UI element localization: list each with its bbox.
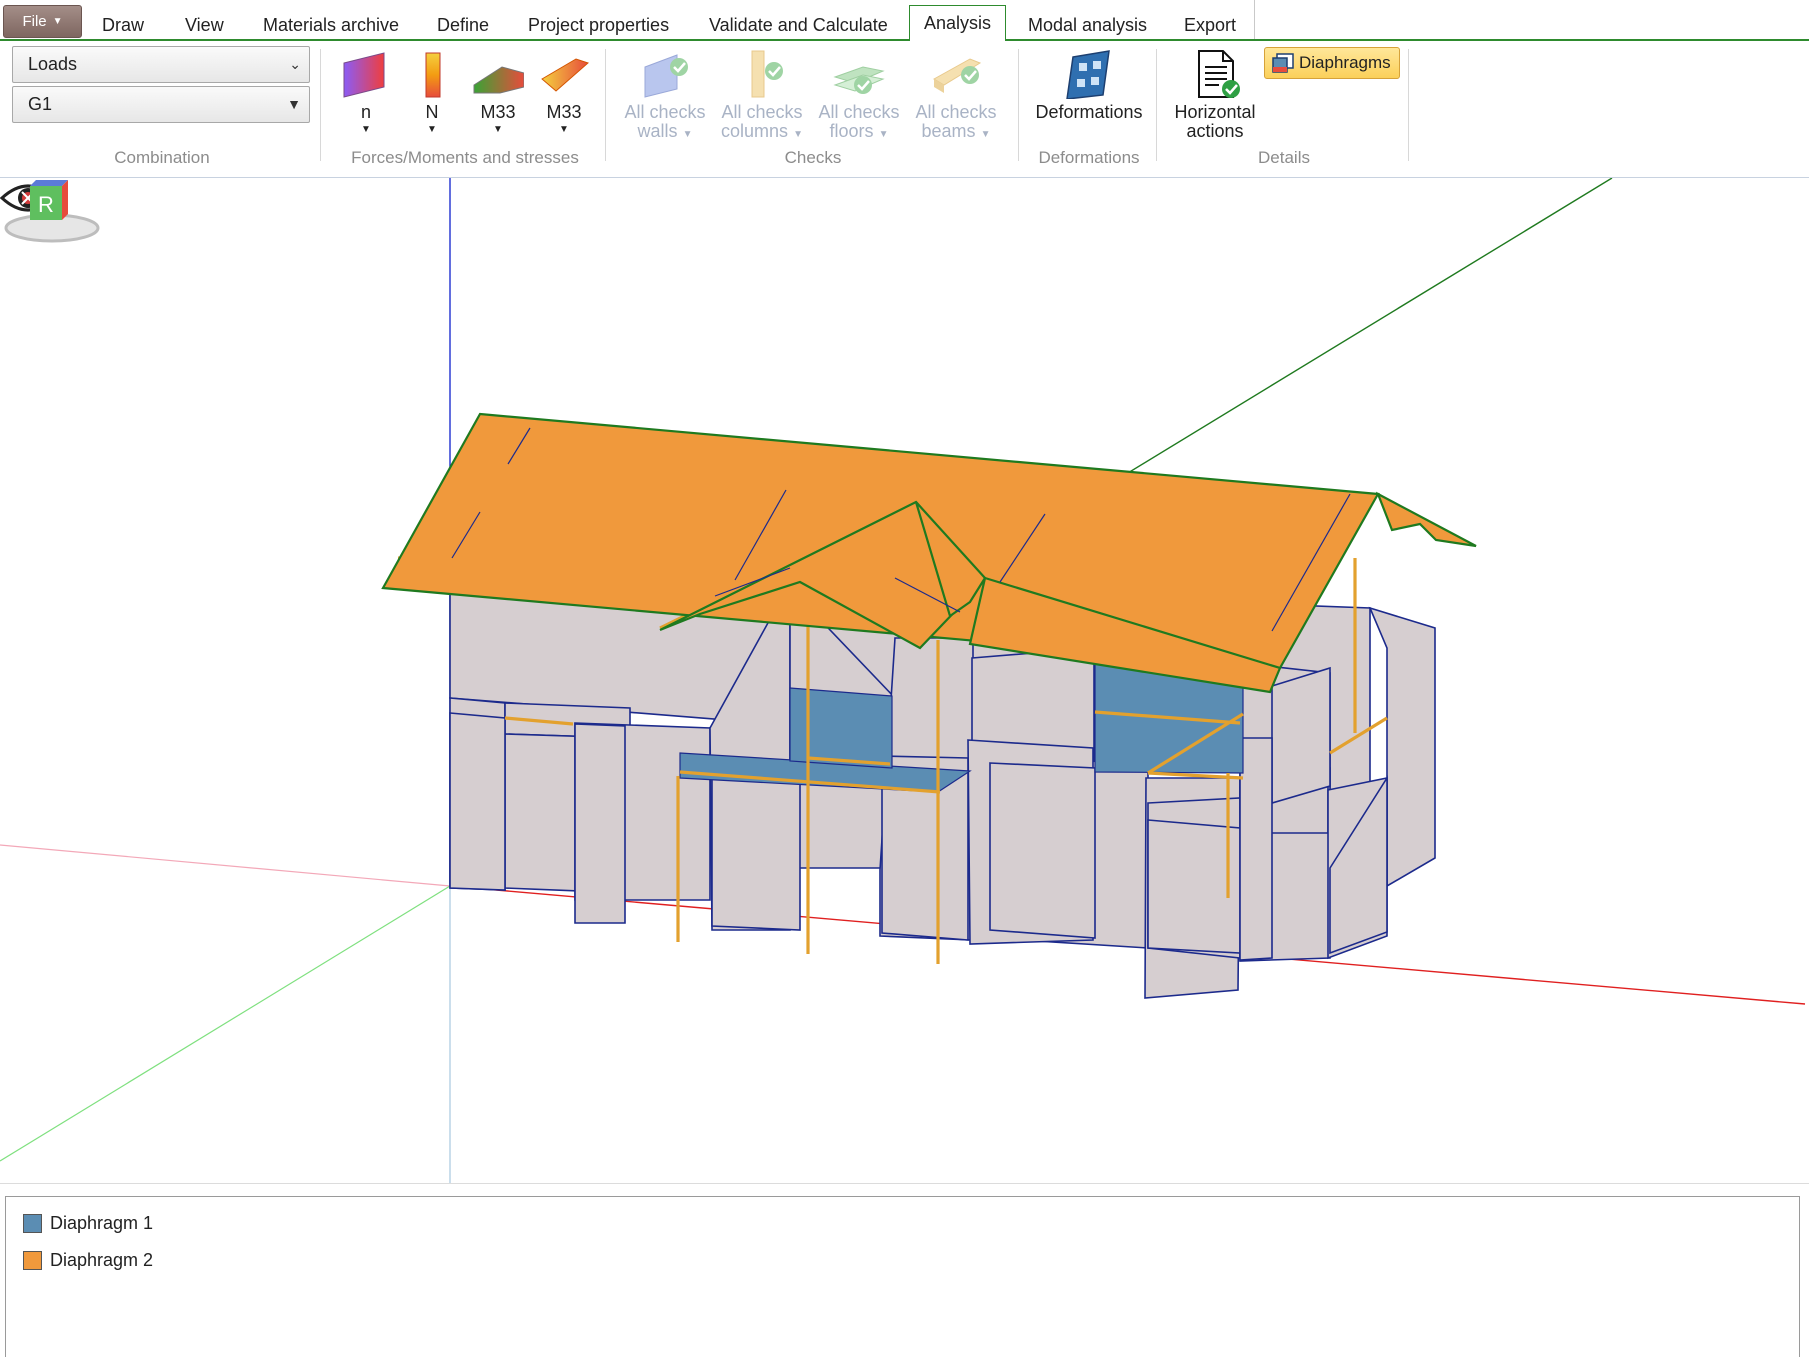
- tab-define[interactable]: Define: [423, 6, 503, 40]
- moment-m33-label: M33: [480, 102, 516, 122]
- file-menu-button[interactable]: File ▼: [3, 5, 82, 38]
- document-check-icon: [1198, 50, 1240, 98]
- tab-modal-analysis[interactable]: Modal analysis: [1014, 6, 1161, 40]
- tab-validate-and-calculate[interactable]: Validate and Calculate: [695, 6, 902, 40]
- all-checks-beams-button[interactable]: All checks beams ▼: [911, 49, 1001, 144]
- group-label-checks: Checks: [784, 148, 842, 167]
- file-menu-label: File: [22, 13, 47, 30]
- dropdown-arrow-icon: ▼: [559, 124, 569, 135]
- chevron-down-icon: ⌄: [289, 56, 301, 72]
- combination-type-value: Loads: [28, 54, 78, 74]
- group-separator: [320, 49, 321, 161]
- navigation-cube[interactable]: R: [0, 178, 100, 248]
- combination-case-value: G1: [28, 94, 53, 114]
- group-label-forces: Forces/Moments and stresses: [351, 148, 579, 167]
- group-separator: [1408, 49, 1409, 161]
- axial-force-icon: [425, 52, 441, 98]
- dropdown-arrow-icon: ▼: [361, 124, 371, 135]
- checks-floors-line2: floors: [829, 121, 874, 141]
- force-N-button[interactable]: N ▼: [404, 49, 460, 136]
- deformation-icon: [1066, 50, 1110, 99]
- group-separator: [1156, 49, 1157, 161]
- legend-item-diaphragm-2: Diaphragm 2: [23, 1248, 153, 1272]
- force-N-label: N: [425, 102, 439, 122]
- ribbon: Loads ⌄ G1 ▼ Combination n ▼ N ▼ M33 ▼ M…: [0, 41, 1809, 178]
- dropdown-arrow-icon: ▼: [427, 124, 437, 135]
- group-separator: [1018, 49, 1019, 161]
- force-n-button[interactable]: n ▼: [338, 49, 394, 136]
- horizontal-actions-button[interactable]: Horizontal actions: [1160, 49, 1270, 141]
- checks-columns-line1: All checks: [721, 102, 803, 122]
- wall-check-icon: [644, 54, 688, 98]
- group-label-details: Details: [1258, 148, 1310, 167]
- chevron-down-icon: ▼: [287, 96, 301, 112]
- legend-panel: Diaphragm 1 Diaphragm 2: [5, 1196, 1800, 1357]
- tab-export[interactable]: Export: [1170, 6, 1250, 40]
- dropdown-arrow-icon: ▼: [493, 124, 503, 135]
- checks-columns-line2: columns: [721, 121, 789, 141]
- floor-check-icon: [833, 66, 885, 94]
- tabs-divider: [1254, 0, 1255, 39]
- checks-beams-line2: beams: [921, 121, 976, 141]
- panel-splitter[interactable]: [0, 1183, 1809, 1196]
- tab-view[interactable]: View: [171, 6, 238, 40]
- chevron-down-icon: ▼: [52, 16, 63, 27]
- all-checks-walls-button[interactable]: All checks walls ▼: [620, 49, 710, 144]
- diaphragms-button[interactable]: Diaphragms: [1264, 47, 1400, 79]
- group-label-deformations: Deformations: [1038, 148, 1140, 167]
- all-checks-columns-button[interactable]: All checks columns ▼: [717, 49, 807, 144]
- checks-walls-line1: All checks: [624, 102, 706, 122]
- combination-case-select[interactable]: G1 ▼: [12, 86, 310, 123]
- force-n-label: n: [360, 102, 371, 122]
- horizontal-actions-line1: Horizontal: [1174, 102, 1256, 122]
- force-diagram-icon: [343, 52, 385, 98]
- stress-diagram-icon: [541, 58, 589, 92]
- y-axis-negative: [0, 885, 451, 1162]
- menu-bar: File ▼ Draw View Materials archive Defin…: [0, 0, 1809, 43]
- legend-label: Diaphragm 1: [50, 1212, 154, 1233]
- deformations-button[interactable]: Deformations: [1030, 49, 1148, 122]
- legend-swatch: [23, 1250, 42, 1270]
- tab-analysis[interactable]: Analysis: [909, 5, 1007, 43]
- nav-cube-face-label: R: [38, 192, 54, 217]
- checks-beams-line1: All checks: [915, 102, 997, 122]
- diaphragm-icon: [1272, 53, 1294, 73]
- tab-materials-archive[interactable]: Materials archive: [249, 6, 413, 40]
- stress-m33-label: M33: [546, 102, 582, 122]
- x-axis-negative: [0, 844, 451, 887]
- legend-label: Diaphragm 2: [50, 1249, 154, 1270]
- deformations-label: Deformations: [1035, 102, 1143, 122]
- group-label-combination: Combination: [114, 148, 210, 167]
- combination-type-select[interactable]: Loads ⌄: [12, 46, 310, 83]
- column-check-icon: [751, 50, 783, 98]
- building-model-view: [0, 178, 1806, 1183]
- group-separator: [605, 49, 606, 161]
- checks-floors-line1: All checks: [818, 102, 900, 122]
- legend-swatch: [23, 1213, 42, 1233]
- moment-diagram-icon: [473, 66, 524, 94]
- stress-m33-button[interactable]: M33 ▼: [536, 49, 592, 136]
- 3d-viewport[interactable]: R: [0, 178, 1809, 1183]
- horizontal-actions-line2: actions: [1186, 121, 1244, 141]
- beam-check-icon: [933, 58, 982, 93]
- tab-project-properties[interactable]: Project properties: [514, 6, 683, 40]
- diaphragms-label: Diaphragms: [1299, 53, 1391, 72]
- tab-draw[interactable]: Draw: [88, 6, 158, 40]
- all-checks-floors-button[interactable]: All checks floors ▼: [814, 49, 904, 144]
- legend-item-diaphragm-1: Diaphragm 1: [23, 1211, 153, 1235]
- moment-m33-button[interactable]: M33 ▼: [470, 49, 526, 136]
- checks-walls-line2: walls: [637, 121, 678, 141]
